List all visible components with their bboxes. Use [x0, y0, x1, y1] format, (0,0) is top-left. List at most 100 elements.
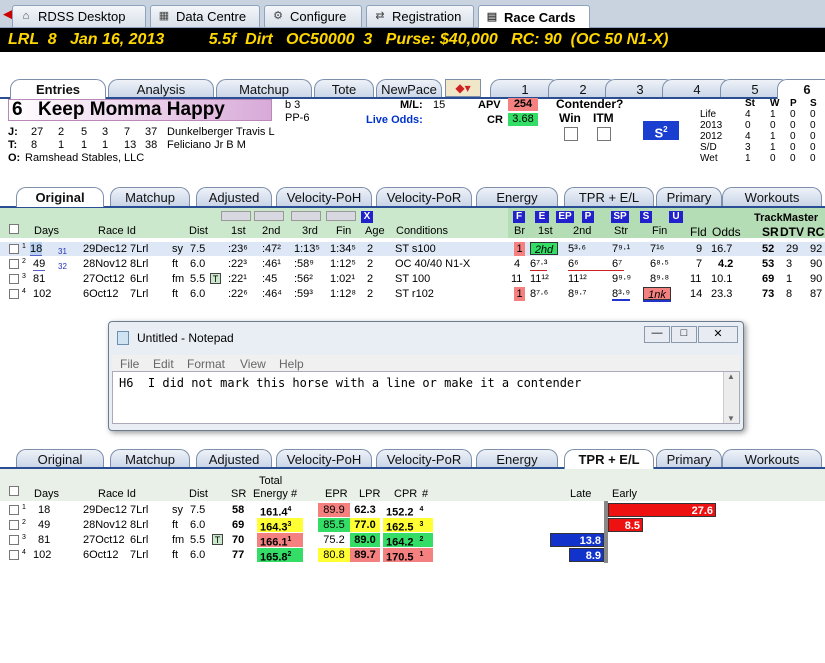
row-number: 4	[22, 288, 26, 295]
fraction-toggle[interactable]	[254, 211, 284, 221]
fraction-toggle[interactable]	[291, 211, 321, 221]
pp-select-all-checkbox[interactable]	[9, 224, 19, 234]
tab-rdss-desktop[interactable]: ⌂ RDSS Desktop	[12, 5, 146, 27]
tab-tote[interactable]: Tote	[314, 79, 374, 99]
tab-newpace[interactable]: NewPace	[376, 79, 442, 99]
tab-pp-energy[interactable]: Energy	[476, 187, 558, 207]
tab-race-cards[interactable]: ▤ Race Cards	[478, 5, 590, 28]
notepad-scrollbar[interactable]: ▲ ▼	[723, 372, 739, 423]
notepad-icon	[117, 331, 129, 345]
distance: 5.5	[190, 273, 206, 285]
tab-pp-original[interactable]: Original	[16, 187, 104, 207]
pp-row[interactable]: 3 81 27Oct12 6Lrl fm 5.5 T:22¹:45:56² 1:02¹ 2 ST …	[0, 272, 825, 286]
apv-label: APV	[478, 99, 501, 111]
row-checkbox[interactable]	[9, 289, 19, 299]
distance: 7.5	[190, 243, 206, 255]
tab-pp-velocity-por[interactable]: Velocity-PoR	[376, 449, 472, 469]
itm-checkbox[interactable]	[597, 127, 611, 141]
record-cell: 0	[810, 109, 816, 120]
jockey-label: J:	[8, 126, 18, 138]
row-checkbox[interactable]	[9, 259, 19, 269]
row-checkbox[interactable]	[9, 244, 19, 254]
notepad-window[interactable]: Untitled - Notepad — □ ✕ H6 I did not ma…	[108, 321, 744, 431]
gear-icon: ⚙	[273, 10, 283, 22]
pace-button-f[interactable]: F	[513, 211, 525, 223]
summary-row[interactable]: 1 18 29Dec12 7Lrl sy 7.5 58 161.44 89.9 62.3 152.2…	[0, 503, 825, 519]
summary-select-all-checkbox[interactable]	[9, 486, 19, 496]
tab-pp-velocity-poh[interactable]: Velocity-PoH	[276, 187, 372, 207]
tab-pp-tpr-e-l[interactable]: TPR + E/L	[564, 449, 654, 469]
notepad-menu-edit[interactable]: Edit	[153, 357, 174, 371]
tab-pp-velocity-poh[interactable]: Velocity-PoH	[276, 449, 372, 469]
row-checkbox[interactable]	[9, 535, 19, 545]
summary-header-total: Total	[259, 475, 283, 487]
x-button[interactable]: X	[361, 211, 373, 223]
pace-button-s[interactable]: S	[640, 211, 652, 223]
s2-button[interactable]: S2	[643, 121, 679, 140]
tab-data-centre[interactable]: ▦ Data Centre	[150, 5, 260, 27]
scroll-up-icon[interactable]: ▲	[727, 372, 735, 381]
conditions: ST r102	[395, 288, 434, 300]
summary-row[interactable]: 2 49 28Nov12 8Lrl ft 6.0 69 164.33 85.5 77.0 162.5…	[0, 518, 825, 534]
pp-row[interactable]: 2 49 32 28Nov12 8Lrl ft 6.0:22³:46¹:58⁹ 1:12⁵ 2 O…	[0, 257, 825, 271]
live-odds-label: Live Odds:	[366, 114, 423, 126]
tab-pp-matchup[interactable]: Matchup	[110, 187, 190, 207]
maximize-button[interactable]: □	[671, 326, 697, 343]
tab-matchup[interactable]: Matchup	[216, 79, 312, 99]
pace-button-u[interactable]: U	[669, 211, 683, 223]
summary-row[interactable]: 4 102 6Oct12 7Lrl ft 6.0 77 165.82 80.8 89.7 170.5…	[0, 548, 825, 564]
notepad-menu-help[interactable]: Help	[279, 357, 304, 371]
row-checkbox[interactable]	[9, 505, 19, 515]
fraction-toggle[interactable]	[221, 211, 251, 221]
notepad-textarea[interactable]: H6 I did not mark this horse with a line…	[112, 371, 740, 424]
tab-entries[interactable]: Entries	[10, 79, 106, 99]
pace-button-sp[interactable]: SP	[611, 211, 629, 223]
tab-pp-tpr-e-l[interactable]: TPR + E/L	[564, 187, 654, 207]
scroll-down-icon[interactable]: ▼	[727, 414, 735, 423]
frac-2: :46⁴	[262, 288, 283, 300]
pace-button-p[interactable]: P	[582, 211, 594, 223]
pace-button-ep[interactable]: EP	[556, 211, 574, 223]
tab-pp-workouts[interactable]: Workouts	[722, 187, 822, 207]
call-1st: 2hd	[530, 242, 558, 256]
tab-pp-velocity-por[interactable]: Velocity-PoR	[376, 187, 472, 207]
win-checkbox[interactable]	[564, 127, 578, 141]
row-checkbox[interactable]	[9, 550, 19, 560]
minimize-button[interactable]: —	[644, 326, 670, 343]
jockey-stat: 8	[31, 139, 38, 151]
flag-icon[interactable]: ◆▾	[445, 79, 481, 97]
pp-row[interactable]: 4 102 6Oct12 7Lrl ft 6.0:22⁶:46⁴:59³ 1:12⁸ 2 ST …	[0, 287, 825, 301]
energy-rank: 4	[287, 506, 292, 513]
dtv: 1	[786, 273, 793, 285]
pp-header-sr: SR	[762, 225, 779, 239]
tab-pp-workouts[interactable]: Workouts	[722, 449, 822, 469]
tab-pp-original[interactable]: Original	[16, 449, 104, 469]
notepad-menu-format[interactable]: Format	[187, 357, 225, 371]
pp-row[interactable]: 1 18 31 29Dec12 7Lrl sy 7.5:23⁶:47² 1:13⁵ 1:34⁵ 2…	[0, 242, 825, 256]
tab-configure[interactable]: ⚙ Configure	[264, 5, 362, 27]
tab-pp-matchup[interactable]: Matchup	[110, 449, 190, 469]
summary-row[interactable]: 3 81 27Oct12 6Lrl fm 5.5 T 70 166.11 75.2 89.0 164.…	[0, 533, 825, 549]
close-button[interactable]: ✕	[698, 326, 738, 343]
turf-badge: T	[212, 534, 223, 545]
tab-pp-adjusted[interactable]: Adjusted	[196, 449, 272, 469]
tab-pp-energy[interactable]: Energy	[476, 449, 558, 469]
notepad-menu-view[interactable]: View	[240, 357, 266, 371]
lpr: 62.3	[354, 504, 376, 516]
tab-analysis[interactable]: Analysis	[108, 79, 214, 99]
notepad-menu-file[interactable]: File	[120, 357, 139, 371]
row-checkbox[interactable]	[9, 274, 19, 284]
field-size: 9	[696, 243, 703, 255]
tab-post-6[interactable]: 6	[777, 79, 825, 99]
tab-pp-primary[interactable]: Primary	[656, 449, 722, 469]
tab-pp-primary[interactable]: Primary	[656, 187, 722, 207]
cpr: 170.5 1	[383, 548, 433, 564]
call-2nd: 5³·⁶	[568, 243, 586, 255]
tab-registration[interactable]: ⇄ Registration	[366, 5, 474, 27]
tab-pp-adjusted[interactable]: Adjusted	[196, 187, 272, 207]
row-checkbox[interactable]	[9, 520, 19, 530]
break: 11	[511, 273, 523, 285]
fraction-toggle[interactable]	[326, 211, 356, 221]
pace-button-e[interactable]: E	[535, 211, 549, 223]
post-position: PP-6	[285, 112, 310, 124]
